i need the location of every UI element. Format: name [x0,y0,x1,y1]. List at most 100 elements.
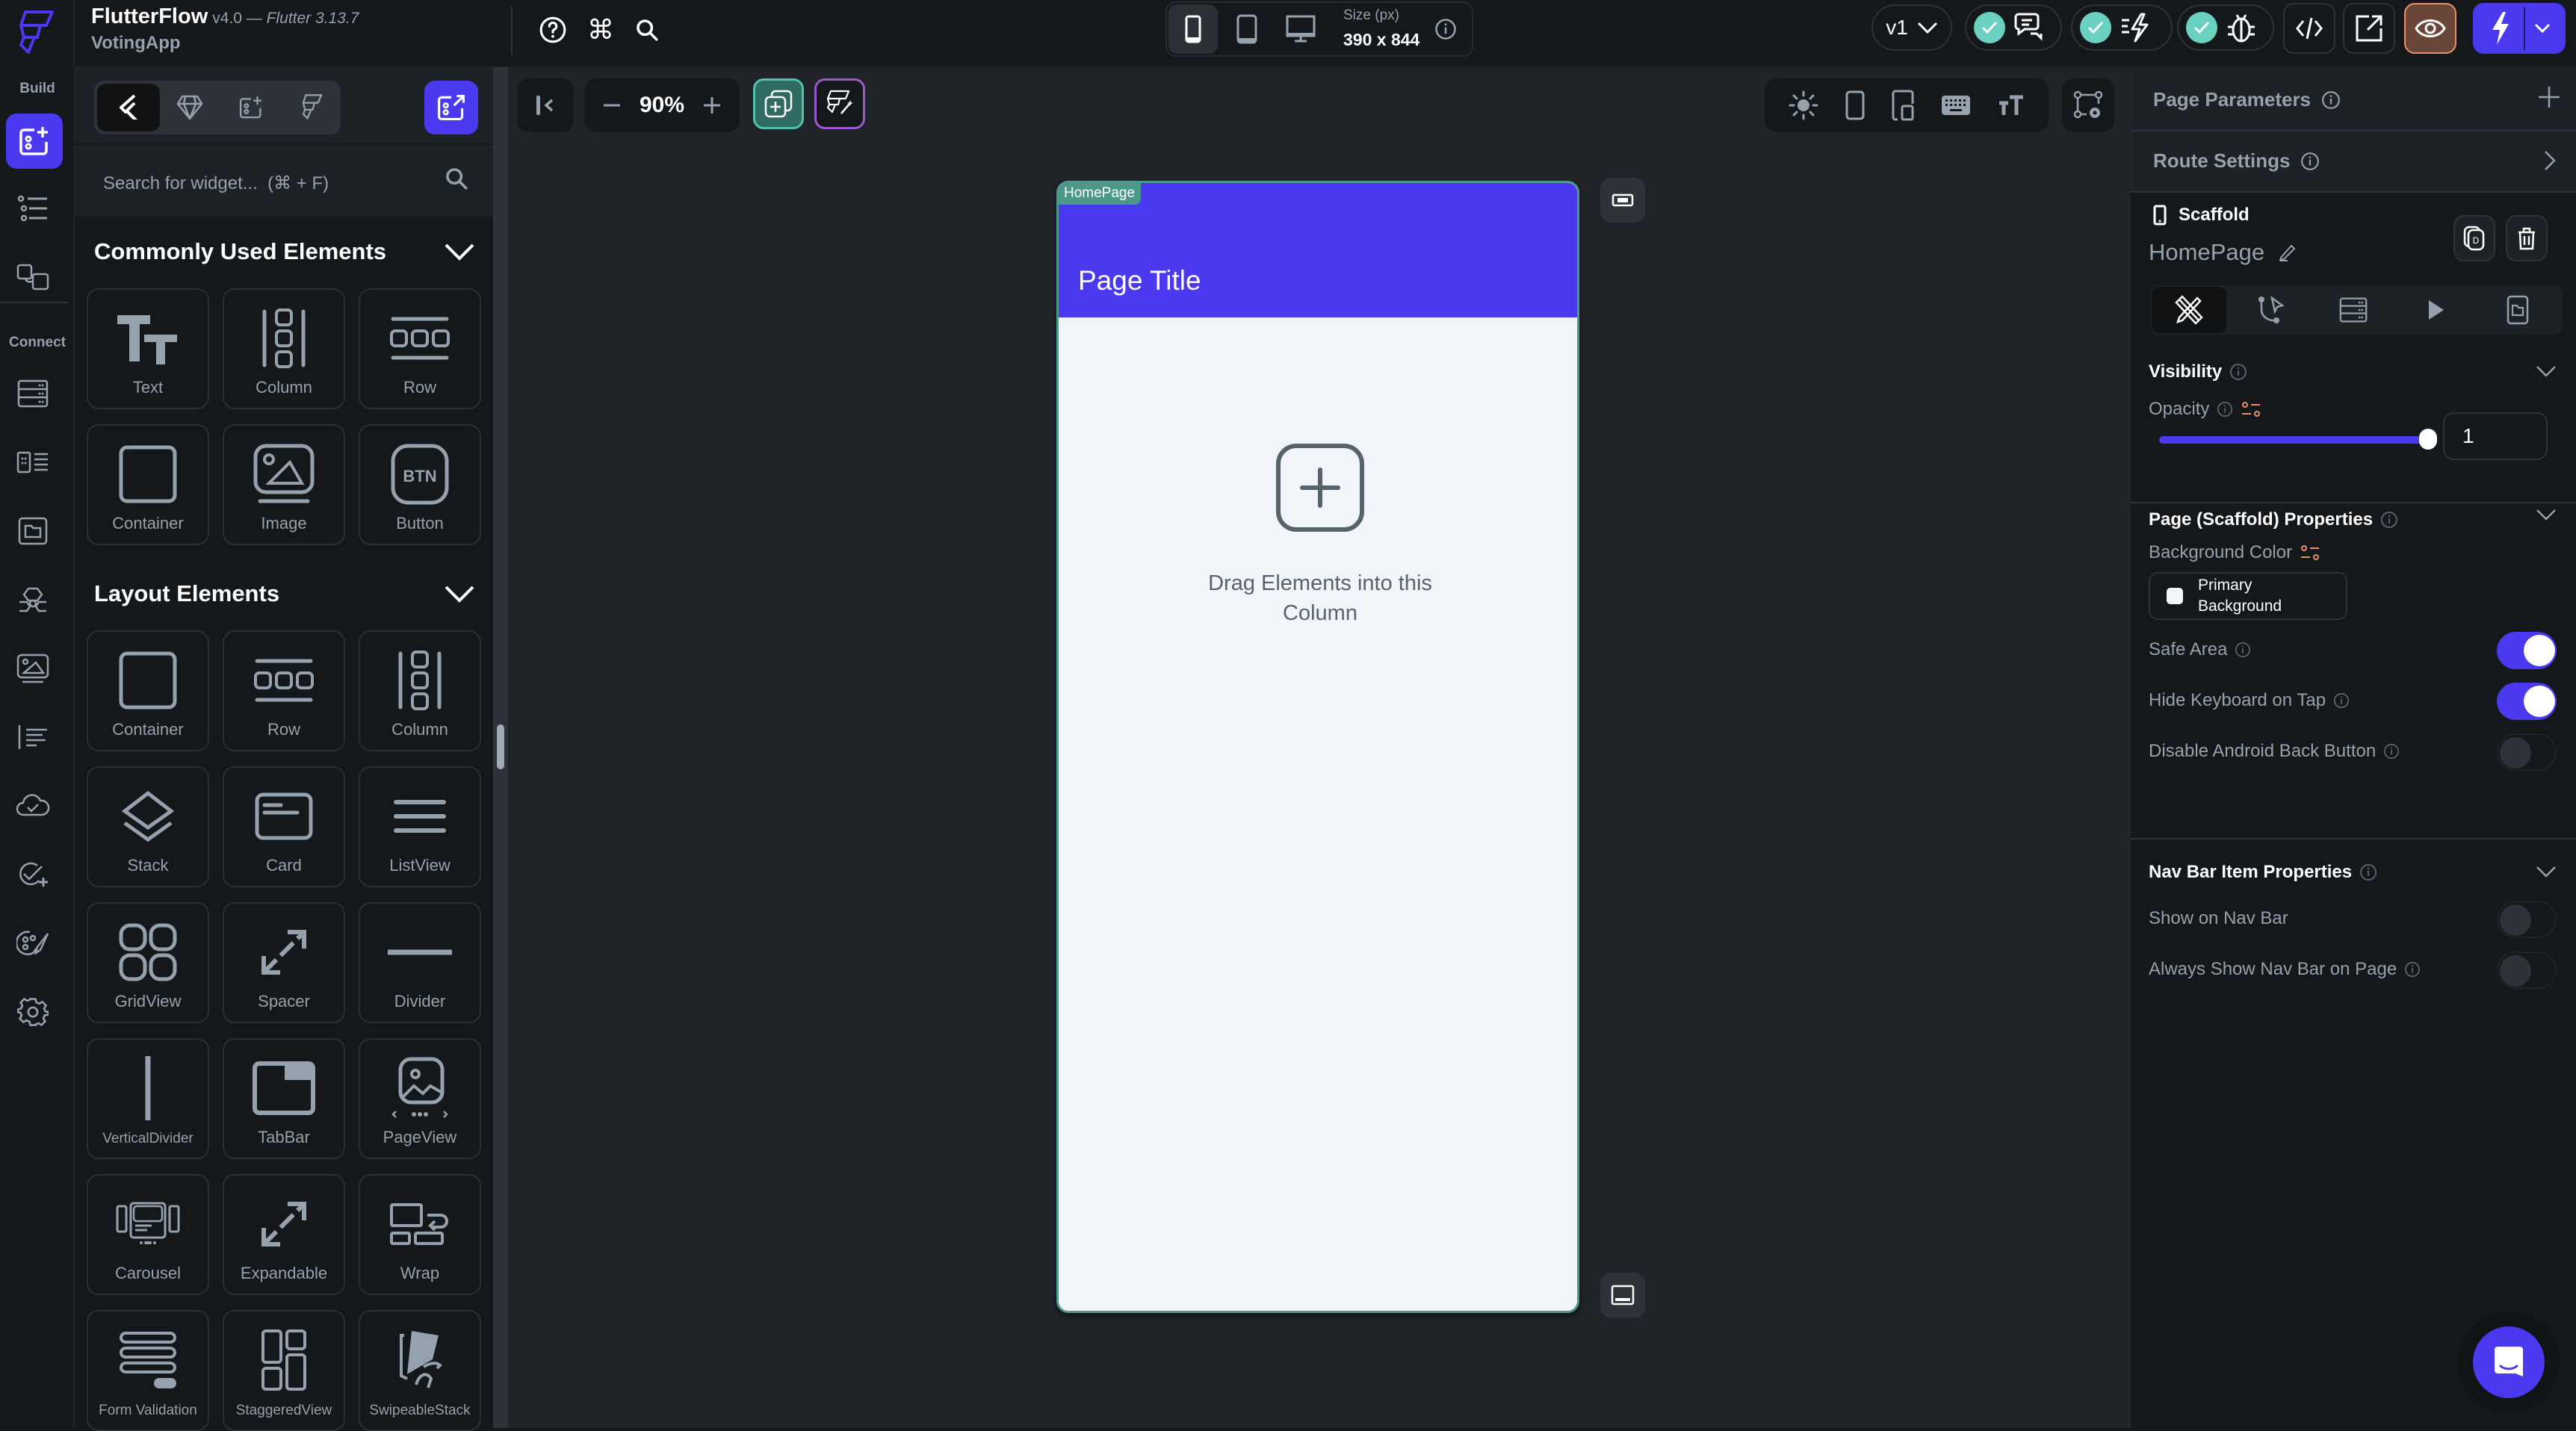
toggle-nav-bar-button[interactable] [1600,1273,1645,1317]
widget-palette-button[interactable] [6,114,63,169]
cloud-functions-button[interactable] [4,778,61,834]
widget-tile-image[interactable]: Image [223,424,345,545]
info-icon[interactable] [1434,18,1457,40]
firestore-button[interactable] [4,366,61,421]
toggle-status-bar-button[interactable] [1600,178,1645,223]
hide-keyboard-on-tap-toggle[interactable] [2497,683,2557,720]
scaffold-properties-header[interactable]: Page (Scaffold) Properties [2149,509,2398,530]
variable-binding-icon[interactable] [2300,544,2320,562]
widget-tile-column[interactable]: Column [223,288,345,409]
widget-tile-divider[interactable]: Divider [359,902,481,1023]
open-external-button[interactable] [2343,3,2395,54]
widget-tile-verticaldivider[interactable]: VerticalDivider [87,1038,209,1159]
variable-binding-icon[interactable] [2241,400,2261,418]
support-chat-button[interactable] [2473,1326,2545,1398]
widget-tree-button[interactable] [4,181,61,236]
actions-tab[interactable] [2234,287,2309,333]
run-button[interactable] [2473,3,2566,54]
performance-status-button[interactable] [2071,4,2173,51]
storyboard-button[interactable] [4,249,61,305]
scrollbar-thumb[interactable] [497,724,504,769]
route-settings-row[interactable]: Route Settings [2131,131,2576,193]
info-icon[interactable] [2217,401,2233,417]
info-icon[interactable] [2383,743,2400,760]
nav-bar-properties-header[interactable]: Nav Bar Item Properties [2149,862,2377,883]
text-scale-icon[interactable] [1998,94,2025,117]
opacity-slider[interactable] [2159,429,2437,450]
flutter-widgets-tab[interactable] [97,84,160,131]
widget-tile-row[interactable]: Row [359,288,481,409]
widget-tile-wrap[interactable]: Wrap [359,1174,481,1295]
info-icon[interactable] [2235,642,2251,658]
layout-section-header[interactable]: Layout Elements [94,575,475,612]
disable-android-back-button-toggle[interactable] [2497,733,2557,771]
zoom-out-icon[interactable] [602,96,622,115]
widget-tile-expandable[interactable]: Expandable [223,1174,345,1295]
bg-color-picker[interactable]: Primary Background [2149,572,2347,620]
app-values-button[interactable] [4,710,61,765]
properties-tab[interactable] [2152,287,2226,333]
add-page-button[interactable] [753,78,804,129]
keyboard-icon[interactable] [1941,95,1971,116]
debug-status-button[interactable] [2177,4,2274,51]
settings-button[interactable] [4,984,61,1040]
media-assets-button[interactable] [4,641,61,696]
command-icon[interactable]: ⌘ [584,13,617,46]
tablet-device-button[interactable] [1222,4,1272,54]
always-show-nav-bar-on-page-toggle[interactable] [2497,952,2557,989]
info-icon[interactable] [2300,152,2320,171]
open-library-button[interactable] [424,81,478,134]
widget-tile-column[interactable]: Column [359,630,481,751]
slider-thumb[interactable] [2419,429,2437,450]
premium-widgets-tab[interactable] [158,84,221,131]
widget-tile-listview[interactable]: ListView [359,766,481,887]
widget-tile-form-validation[interactable]: Form Validation [87,1310,209,1431]
project-name[interactable]: VotingApp [91,33,181,54]
info-icon[interactable] [2359,863,2377,881]
search-icon[interactable] [444,166,469,191]
dev-tools-button[interactable] [2062,78,2114,132]
opacity-input[interactable] [2443,412,2548,460]
widget-search-input[interactable] [103,169,417,199]
show-on-nav-bar-toggle[interactable] [2497,901,2557,938]
chevron-down-icon[interactable] [2534,23,2551,34]
page-title[interactable]: Page Title [1078,265,1201,297]
safe-area-toggle[interactable] [2497,632,2557,669]
collapse-panel-button[interactable] [517,78,574,132]
view-code-button[interactable] [2283,3,2335,54]
backend-query-tab[interactable] [2316,287,2391,333]
widget-tile-pageview[interactable]: PageView [359,1038,481,1159]
desktop-device-button[interactable] [1276,4,1325,54]
info-icon[interactable] [2229,363,2247,381]
add-element-icon[interactable] [1275,443,1365,533]
info-icon[interactable] [2404,961,2421,978]
chevron-down-icon[interactable] [2536,865,2557,878]
widget-name-row[interactable]: HomePage [2149,239,2297,266]
animations-tab[interactable] [2398,287,2473,333]
widget-tile-row[interactable]: Row [223,630,345,751]
components-tab[interactable] [220,84,282,131]
version-selector[interactable]: v1 [1871,4,1952,51]
search-icon[interactable] [631,13,663,46]
info-icon[interactable] [2321,90,2341,110]
preview-button[interactable] [2404,3,2456,54]
widget-tile-swipeablestack[interactable]: SwipeableStack [359,1310,481,1431]
widget-tile-carousel[interactable]: Carousel [87,1174,209,1295]
storage-button[interactable] [4,503,61,559]
integrations-button[interactable] [4,572,61,627]
phone-frame-icon[interactable] [1845,90,1865,120]
help-icon[interactable] [536,13,569,46]
widget-tile-staggeredview[interactable]: StaggeredView [223,1310,345,1431]
widget-tile-text[interactable]: Text [87,288,209,409]
size-value[interactable]: 390 x 844 [1343,30,1419,50]
page-parameters-row[interactable]: Page Parameters [2131,67,2576,131]
widget-tile-spacer[interactable]: Spacer [223,902,345,1023]
phone-device-button[interactable] [1168,4,1218,54]
duplicate-button[interactable]: D [2453,215,2495,261]
chevron-down-icon[interactable] [2536,364,2557,378]
add-icon[interactable] [2537,85,2561,109]
info-icon[interactable] [2380,511,2398,529]
delete-button[interactable] [2506,215,2548,261]
theme-settings-button[interactable] [4,916,61,971]
chevron-down-icon[interactable] [2536,508,2557,521]
